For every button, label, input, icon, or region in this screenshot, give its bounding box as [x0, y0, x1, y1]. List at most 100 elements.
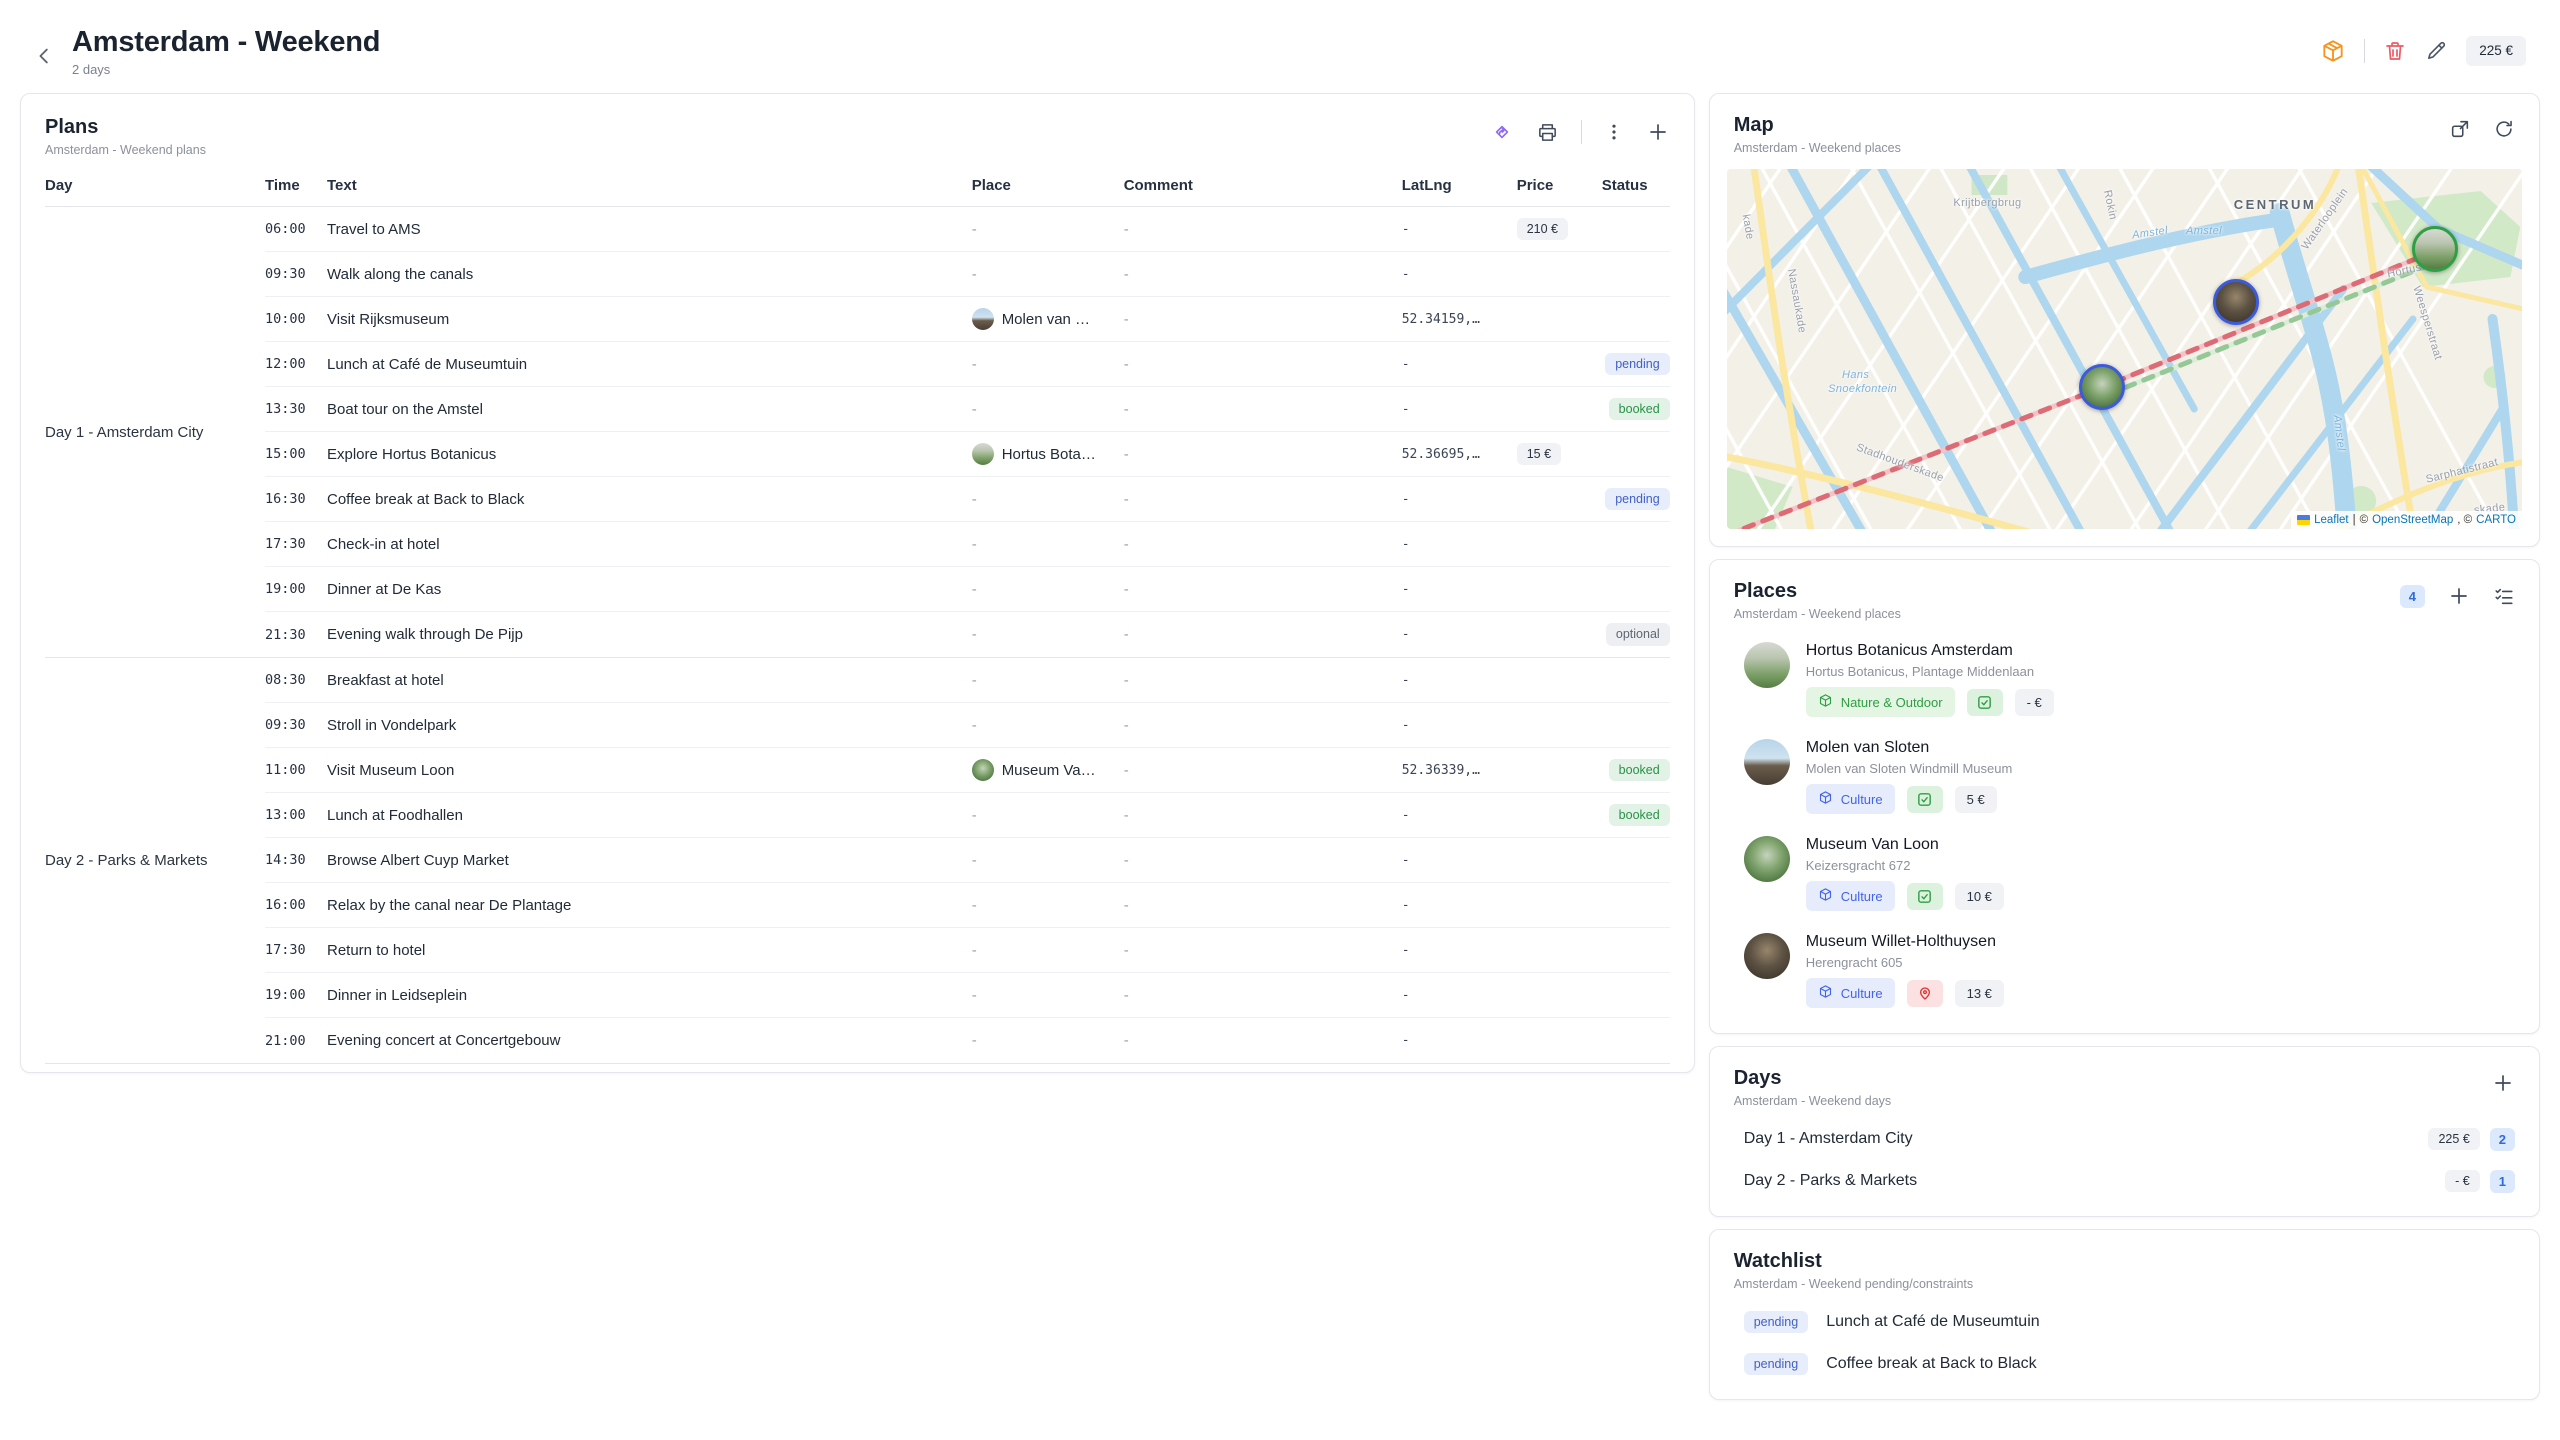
plans-table-body: Day 1 - Amsterdam City06:00Travel to AMS…: [45, 207, 1670, 1064]
route-icon[interactable]: [1490, 120, 1514, 144]
day-row[interactable]: Day 1 - Amsterdam City225 €2: [1734, 1118, 2515, 1160]
plan-time: 19:00: [265, 987, 327, 1003]
plan-comment: -: [1124, 446, 1402, 463]
add-day-icon[interactable]: [2491, 1071, 2515, 1095]
plan-row[interactable]: 09:30Stroll in Vondelpark---: [265, 703, 1670, 748]
plan-row[interactable]: 16:30Coffee break at Back to Black---pen…: [265, 477, 1670, 522]
column-header-latlng: LatLng: [1402, 177, 1517, 194]
plan-comment: -: [1124, 762, 1402, 779]
plan-row[interactable]: 11:00Visit Museum LoonMuseum Va…-52.3633…: [265, 748, 1670, 793]
plan-row[interactable]: 09:30Walk along the canals---: [265, 252, 1670, 297]
expand-icon[interactable]: [2449, 118, 2471, 140]
plan-row[interactable]: 14:30Browse Albert Cuyp Market---: [265, 838, 1670, 883]
carto-link[interactable]: CARTO: [2476, 514, 2516, 526]
refresh-icon[interactable]: [2493, 118, 2515, 140]
plan-row[interactable]: 17:30Return to hotel---: [265, 928, 1670, 973]
plan-place: -: [972, 401, 1124, 418]
plans-subtitle: Amsterdam - Weekend plans: [45, 143, 206, 157]
plan-time: 17:30: [265, 536, 327, 552]
plan-row[interactable]: 17:30Check-in at hotel---: [265, 522, 1670, 567]
plan-latlng: -: [1402, 988, 1517, 1003]
plan-row[interactable]: 06:00Travel to AMS---210 €: [265, 207, 1670, 252]
map-marker[interactable]: [2079, 364, 2125, 410]
plan-comment: -: [1124, 626, 1402, 643]
back-button[interactable]: [34, 35, 56, 77]
plan-text: Visit Rijksmuseum: [327, 311, 972, 328]
plan-row[interactable]: 12:00Lunch at Café de Museumtuin---pendi…: [265, 342, 1670, 387]
cube-icon: [1818, 790, 1833, 808]
place-item[interactable]: Museum Willet-HolthuysenHerengracht 605C…: [1734, 922, 2515, 1019]
day-label: Day 2 - Parks & Markets: [45, 658, 265, 1063]
plan-comment: -: [1124, 1032, 1402, 1049]
plan-row[interactable]: 13:30Boat tour on the Amstel---booked: [265, 387, 1670, 432]
main: Plans Amsterdam - Weekend plans: [20, 93, 2540, 1400]
plan-text: Boat tour on the Amstel: [327, 401, 972, 418]
plan-time: 13:00: [265, 807, 327, 823]
plan-time: 14:30: [265, 852, 327, 868]
plan-place: -: [972, 1032, 1124, 1049]
plan-comment: -: [1124, 672, 1402, 689]
map-panel: Map Amsterdam - Weekend places: [1709, 93, 2540, 547]
plan-time: 12:00: [265, 356, 327, 372]
category-badge: Culture: [1806, 978, 1895, 1008]
plan-time: 16:30: [265, 491, 327, 507]
plan-row[interactable]: 16:00Relax by the canal near De Plantage…: [265, 883, 1670, 928]
menu-kebab-icon[interactable]: [1604, 122, 1624, 142]
leaflet-link[interactable]: Leaflet: [2314, 514, 2349, 526]
plan-time: 06:00: [265, 221, 327, 237]
place-name: Molen van Sloten: [1806, 739, 2013, 757]
cube-icon: [1818, 984, 1833, 1002]
add-plan-icon[interactable]: [1646, 120, 1670, 144]
plan-latlng: -: [1402, 402, 1517, 417]
status-badge: pending: [1605, 353, 1670, 376]
plan-row[interactable]: 19:00Dinner in Leidseplein---: [265, 973, 1670, 1018]
plan-latlng: -: [1402, 627, 1517, 642]
map-marker[interactable]: [2412, 226, 2458, 272]
watchlist-title: Watchlist: [1734, 1250, 1973, 1273]
places-subtitle: Amsterdam - Weekend places: [1734, 607, 1901, 621]
plan-time: 10:00: [265, 311, 327, 327]
plan-comment: -: [1124, 897, 1402, 914]
plan-text: Relax by the canal near De Plantage: [327, 897, 972, 914]
map-label: Snoekfontein: [1828, 383, 1897, 395]
plans-table-header: DayTimeTextPlaceCommentLatLngPriceStatus: [45, 157, 1670, 207]
top-actions: 225 €: [2320, 36, 2526, 66]
plan-text: Visit Museum Loon: [327, 762, 972, 779]
edit-icon[interactable]: [2425, 39, 2448, 62]
plan-row[interactable]: 21:30Evening walk through De Pijp---opti…: [265, 612, 1670, 657]
watchlist-item[interactable]: pendingLunch at Café de Museumtuin: [1734, 1301, 2515, 1343]
watch-status-badge: pending: [1744, 1311, 1809, 1334]
plan-row[interactable]: 13:00Lunch at Foodhallen---booked: [265, 793, 1670, 838]
plan-latlng: -: [1402, 582, 1517, 597]
plan-latlng: -: [1402, 357, 1517, 372]
plan-latlng: 52.34159,…: [1402, 312, 1517, 327]
place-item[interactable]: Hortus Botanicus AmsterdamHortus Botanic…: [1734, 631, 2515, 728]
watchlist-subtitle: Amsterdam - Weekend pending/constraints: [1734, 1277, 1973, 1291]
plan-row[interactable]: 10:00Visit RijksmuseumMolen van …-52.341…: [265, 297, 1670, 342]
map-marker[interactable]: [2213, 279, 2259, 325]
visited-check-icon: [1967, 689, 2003, 716]
watchlist-item[interactable]: pendingCoffee break at Back to Black: [1734, 1343, 2515, 1385]
plan-row[interactable]: 21:00Evening concert at Concertgebouw---: [265, 1018, 1670, 1063]
trash-icon[interactable]: [2383, 39, 2407, 63]
day-label: Day 1 - Amsterdam City: [45, 207, 265, 657]
plan-row[interactable]: 08:30Breakfast at hotel---: [265, 658, 1670, 703]
checklist-icon[interactable]: [2493, 585, 2515, 607]
package-icon[interactable]: [2320, 38, 2346, 64]
plan-text: Stroll in Vondelpark: [327, 717, 972, 734]
place-item[interactable]: Museum Van LoonKeizersgracht 672Culture1…: [1734, 825, 2515, 922]
print-icon[interactable]: [1536, 121, 1559, 144]
plan-row[interactable]: 19:00Dinner at De Kas---: [265, 567, 1670, 612]
place-address: Hortus Botanicus, Plantage Middenlaan: [1806, 664, 2054, 679]
plan-place: -: [972, 356, 1124, 373]
day-row[interactable]: Day 2 - Parks & Markets- €1: [1734, 1160, 2515, 1202]
plan-text: Dinner in Leidseplein: [327, 987, 972, 1004]
divider: [1581, 120, 1582, 144]
map-canvas[interactable]: kadeKrijtbergbrugRokinAmstelAmstelCENTRU…: [1727, 169, 2522, 529]
add-place-icon[interactable]: [2447, 584, 2471, 608]
category-badge: Nature & Outdoor: [1806, 687, 1955, 717]
cube-icon: [1818, 693, 1833, 711]
osm-link[interactable]: OpenStreetMap: [2372, 514, 2453, 526]
plan-row[interactable]: 15:00Explore Hortus BotanicusHortus Bota…: [265, 432, 1670, 477]
place-item[interactable]: Molen van SlotenMolen van Sloten Windmil…: [1734, 728, 2515, 825]
